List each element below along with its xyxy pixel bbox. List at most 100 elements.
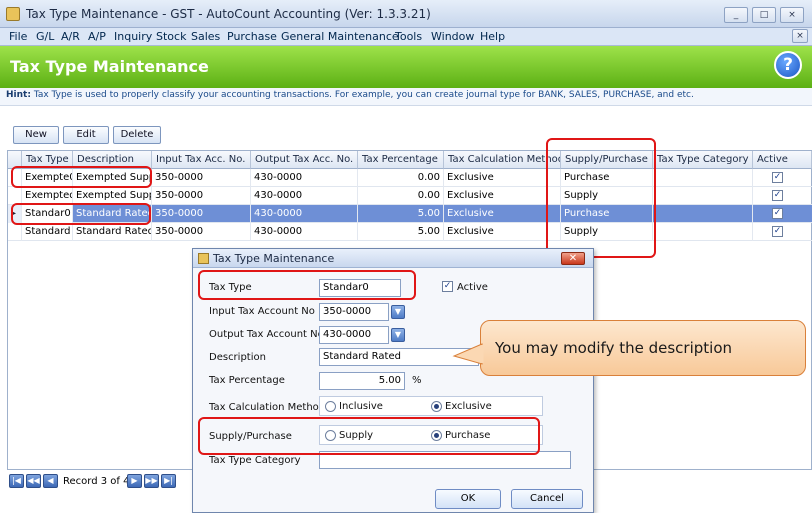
dialog-titlebar: Tax Type Maintenance ✕ [193,249,593,268]
first-record-icon[interactable]: |◀ [9,474,24,488]
cell-category [653,187,753,205]
cell-input-acc: 350-0000 [152,205,251,223]
cell-input-acc: 350-0000 [152,169,251,187]
col-tax-percentage[interactable]: Tax Percentage [358,151,444,169]
cell-description: Standard Rated [73,223,152,241]
record-counter: Record 3 of 4 [63,476,130,487]
minimize-button[interactable]: _ [724,7,748,23]
col-tax-calc-method[interactable]: Tax Calculation Method [444,151,561,169]
active-checkbox[interactable]: ✓ [442,281,453,292]
output-acc-field[interactable]: 430-0000 [319,326,389,344]
dialog-app-icon [198,253,209,264]
cell-calc-method: Exclusive [444,205,561,223]
edit-button[interactable]: Edit [63,126,109,144]
next-page-icon[interactable]: ▶▶ [144,474,159,488]
cell-category [653,205,753,223]
help-icon[interactable]: ? [774,51,802,79]
dialog-close-icon[interactable]: ✕ [561,252,585,265]
cell-tax-type: Standard [22,223,73,241]
active-checkbox[interactable]: ✓ [772,172,783,183]
chevron-down-icon[interactable]: ▼ [391,328,405,342]
cell-tax-percentage: 5.00 [358,205,444,223]
page-banner: Tax Type Maintenance ? [0,46,812,88]
chevron-down-icon[interactable]: ▼ [391,305,405,319]
cell-tax-percentage: 5.00 [358,223,444,241]
active-checkbox[interactable]: ✓ [772,226,783,237]
cell-tax-percentage: 0.00 [358,187,444,205]
cell-input-acc: 350-0000 [152,223,251,241]
prev-record-icon[interactable]: ◀ [43,474,58,488]
input-acc-field[interactable]: 350-0000 [319,303,389,321]
table-row[interactable]: Standard Standard Rated 350-0000 430-000… [8,223,812,241]
cell-output-acc: 430-0000 [251,187,358,205]
highlight-box [11,203,151,225]
category-label: Tax Type Category [209,455,301,466]
menu-general-maintenance[interactable]: General Maintenance [281,30,399,43]
menu-ar[interactable]: A/R [61,30,80,43]
tax-percentage-label: Tax Percentage [209,375,285,386]
menu-stock[interactable]: Stock [156,30,186,43]
inclusive-radio[interactable] [325,401,336,412]
col-tax-type-category[interactable]: Tax Type Category [653,151,753,169]
maximize-button[interactable]: □ [752,7,776,23]
active-checkbox[interactable]: ✓ [772,190,783,201]
cell-output-acc: 430-0000 [251,223,358,241]
cell-calc-method: Exclusive [444,223,561,241]
ok-button[interactable]: OK [435,489,501,509]
window-title: Tax Type Maintenance - GST - AutoCount A… [26,7,431,21]
calc-method-group: Inclusive Exclusive [319,396,543,416]
cell-tax-percentage: 0.00 [358,169,444,187]
col-active[interactable]: Active [753,151,812,169]
next-record-icon[interactable]: ▶ [127,474,142,488]
menu-window[interactable]: Window [431,30,474,43]
cell-output-acc: 430-0000 [251,169,358,187]
row-indicator [8,223,22,241]
page-title: Tax Type Maintenance [10,57,209,76]
menu-file[interactable]: File [9,30,27,43]
hint-label: Hint: [6,90,31,100]
prev-page-icon[interactable]: ◀◀ [26,474,41,488]
app-icon [6,7,20,21]
description-label: Description [209,352,266,363]
menu-tools[interactable]: Tools [395,30,422,43]
menu-bar: File G/L A/R A/P Inquiry Stock Sales Pur… [0,28,812,46]
cell-calc-method: Exclusive [444,169,561,187]
record-navigator: |◀ ◀◀ ◀ Record 3 of 4 ▶ ▶▶ ▶| [7,473,187,491]
callout-pointer [452,343,484,365]
menu-inquiry[interactable]: Inquiry [114,30,152,43]
highlight-box [198,270,416,300]
cell-input-acc: 350-0000 [152,187,251,205]
hint-text: Tax Type is used to properly classify yo… [33,90,694,100]
dialog-title: Tax Type Maintenance [213,252,335,265]
annotation-callout: You may modify the description [480,320,806,376]
col-input-tax-acc[interactable]: Input Tax Acc. No. [152,151,251,169]
percent-unit: % [412,375,422,386]
menu-purchase[interactable]: Purchase [227,30,277,43]
calc-method-label: Tax Calculation Method [209,402,326,413]
menu-sales[interactable]: Sales [191,30,220,43]
tax-percentage-field[interactable]: 5.00 [319,372,405,390]
exclusive-label: Exclusive [445,401,492,412]
menu-ap[interactable]: A/P [88,30,106,43]
last-record-icon[interactable]: ▶| [161,474,176,488]
active-checkbox[interactable]: ✓ [772,208,783,219]
child-close-icon[interactable]: × [792,29,808,43]
cell-category [653,169,753,187]
highlight-box [546,138,656,258]
output-acc-label: Output Tax Account No [209,329,324,340]
inclusive-label: Inclusive [339,401,383,412]
menu-help[interactable]: Help [480,30,505,43]
exclusive-radio[interactable] [431,401,442,412]
delete-button[interactable]: Delete [113,126,161,144]
active-label: Active [457,282,488,293]
close-button[interactable]: × [780,7,804,23]
cell-calc-method: Exclusive [444,187,561,205]
cancel-button[interactable]: Cancel [511,489,583,509]
col-output-tax-acc[interactable]: Output Tax Acc. No. [251,151,358,169]
cell-category [653,223,753,241]
new-button[interactable]: New [13,126,59,144]
highlight-box [11,166,152,188]
menu-gl[interactable]: G/L [36,30,54,43]
cell-output-acc: 430-0000 [251,205,358,223]
hint-bar: Hint: Tax Type is used to properly class… [0,88,812,106]
